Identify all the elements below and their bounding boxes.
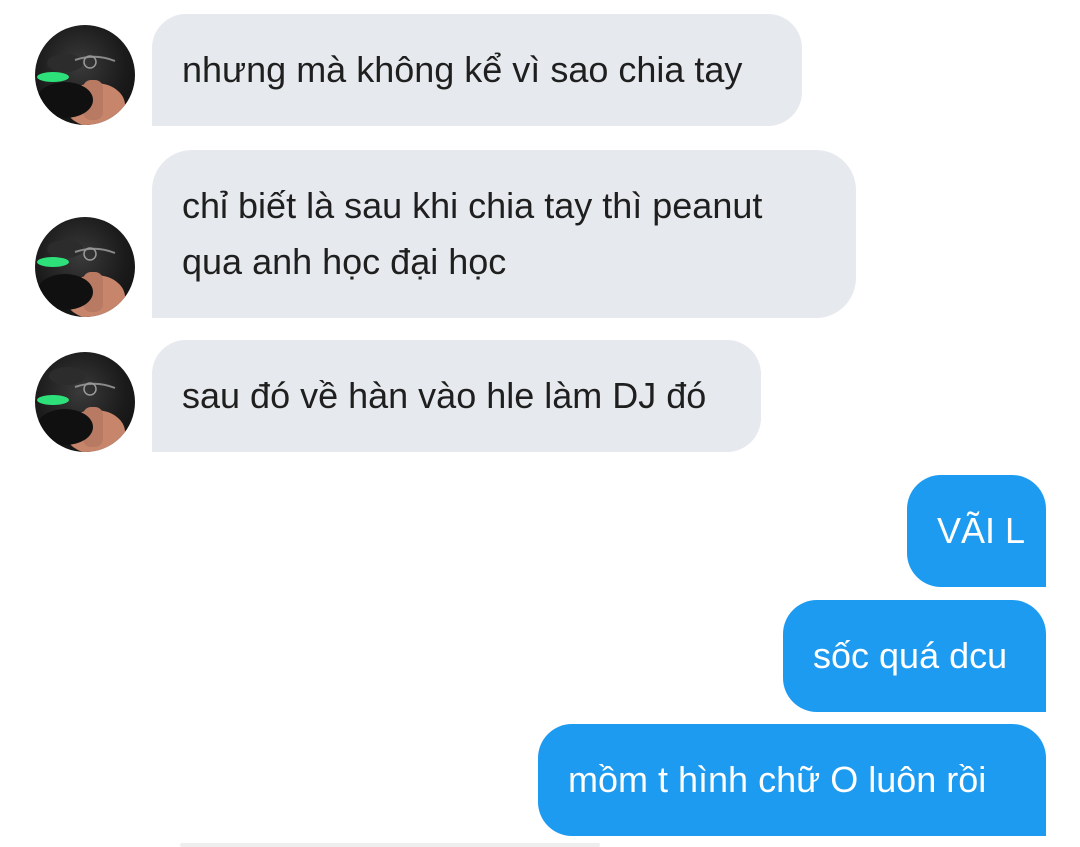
message-text: VÃI L: [937, 510, 1026, 551]
bottom-divider: [180, 843, 600, 847]
message-text: mồm t hình chữ O luôn rồi: [568, 759, 987, 800]
message-text: qua anh học đại học: [182, 241, 507, 282]
avatar-photo-icon: [37, 240, 125, 317]
sender-avatar[interactable]: [35, 352, 135, 452]
message-text: sốc quá dcu: [813, 635, 1008, 676]
outgoing-message[interactable]: VÃI L: [907, 475, 1046, 587]
outgoing-message[interactable]: sốc quá dcu: [783, 600, 1046, 712]
chat-thread: nhưng mà không kể vì sao chia tay chỉ bi…: [0, 0, 1080, 847]
message-text: chỉ biết là sau khi chia tay thì peanut: [182, 185, 763, 226]
incoming-message[interactable]: nhưng mà không kể vì sao chia tay: [152, 14, 802, 126]
outgoing-message[interactable]: mồm t hình chữ O luôn rồi: [538, 724, 1046, 836]
incoming-message[interactable]: chỉ biết là sau khi chia tay thì peanut …: [152, 150, 856, 318]
message-text: sau đó về hàn vào hle làm DJ đó: [182, 375, 707, 416]
avatar-photo-icon: [37, 367, 125, 452]
sender-avatar[interactable]: [35, 217, 135, 317]
avatar-photo-icon: [37, 54, 125, 125]
message-text: nhưng mà không kể vì sao chia tay: [182, 49, 743, 90]
sender-avatar[interactable]: [35, 25, 135, 125]
incoming-message[interactable]: sau đó về hàn vào hle làm DJ đó: [152, 340, 761, 452]
